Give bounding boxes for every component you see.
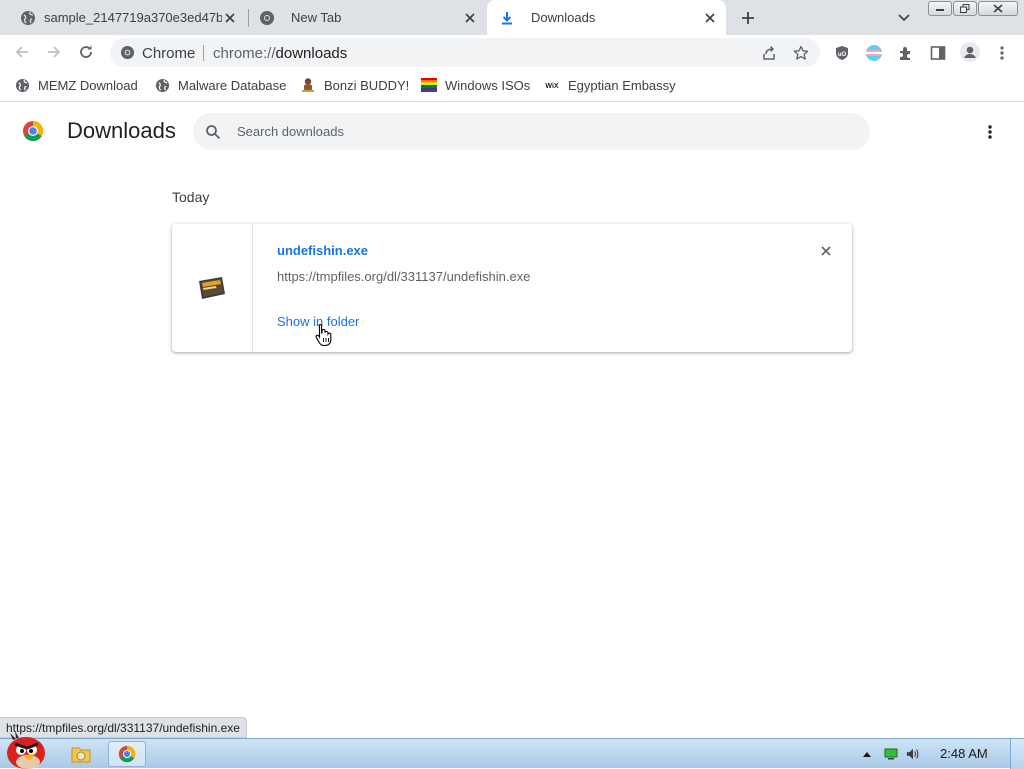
globe-icon bbox=[154, 77, 170, 93]
bookmark-bonzi-buddy[interactable]: Bonzi BUDDY! bbox=[300, 76, 409, 94]
more-actions-icon[interactable] bbox=[979, 121, 1001, 143]
date-header: Today bbox=[172, 189, 210, 205]
search-input[interactable] bbox=[237, 121, 837, 142]
restore-button[interactable] bbox=[953, 1, 977, 16]
omnibox-divider bbox=[203, 45, 204, 61]
file-name-link[interactable]: undefishin.exe bbox=[277, 243, 368, 258]
extensions-puzzle-icon[interactable] bbox=[897, 44, 915, 62]
omnibox-path: downloads bbox=[275, 45, 348, 62]
file-icon-cell bbox=[172, 224, 253, 352]
taskbar-clock[interactable]: 2:48 AM bbox=[940, 746, 988, 761]
close-window-button[interactable] bbox=[978, 1, 1018, 16]
browser-toolbar: Chrome chrome://downloads uO bbox=[0, 35, 1024, 69]
share-icon[interactable] bbox=[761, 45, 777, 61]
rainbow-flag-icon bbox=[421, 77, 437, 93]
page-title: Downloads bbox=[67, 118, 176, 143]
download-item-card: undefishin.exe https://tmpfiles.org/dl/3… bbox=[172, 224, 852, 352]
bookmark-label: Malware Database bbox=[178, 77, 287, 93]
bookmark-label: Bonzi BUDDY! bbox=[324, 77, 410, 93]
bonzi-icon bbox=[300, 77, 316, 93]
globe-icon bbox=[20, 10, 36, 26]
remove-download-icon[interactable] bbox=[817, 242, 835, 260]
tab-title: New Tab bbox=[291, 10, 342, 25]
tab-title: sample_2147719a370e3ed47b bbox=[44, 10, 222, 25]
bookmark-memz[interactable]: MEMZ Download bbox=[14, 76, 138, 94]
file-source-url[interactable]: https://tmpfiles.org/dl/331137/undefishi… bbox=[277, 269, 530, 284]
tab-strip: sample_2147719a370e3ed47b New Tab Downlo… bbox=[0, 0, 1024, 35]
volume-icon[interactable] bbox=[906, 747, 920, 761]
ublock-icon[interactable]: uO bbox=[833, 44, 851, 62]
tray-overflow-icon[interactable] bbox=[860, 747, 874, 761]
bookmark-label: Egyptian Embassy bbox=[568, 77, 676, 93]
tab-sample[interactable]: sample_2147719a370e3ed47b bbox=[0, 0, 246, 35]
bookmark-egyptian-embassy[interactable]: WiX Egyptian Embassy bbox=[544, 76, 676, 94]
minimize-button[interactable] bbox=[928, 1, 952, 16]
tab-new-tab[interactable]: New Tab bbox=[250, 0, 486, 35]
omnibox-origin: Chrome bbox=[142, 45, 196, 62]
side-panel-icon[interactable] bbox=[929, 44, 947, 62]
chrome-logo-icon bbox=[23, 121, 43, 141]
tab-close-icon[interactable] bbox=[702, 10, 718, 26]
file-explorer-icon[interactable] bbox=[62, 741, 100, 767]
chrome-icon bbox=[259, 10, 275, 26]
flag-extension-icon[interactable] bbox=[865, 44, 883, 62]
chrome-icon bbox=[120, 45, 135, 60]
tab-close-icon[interactable] bbox=[462, 10, 478, 26]
omnibox-scheme: chrome:// bbox=[213, 45, 276, 62]
svg-text:uO: uO bbox=[838, 52, 847, 58]
chrome-taskbar-icon[interactable] bbox=[108, 741, 146, 767]
search-icon bbox=[206, 125, 221, 140]
angry-bird-start-icon[interactable] bbox=[2, 727, 50, 769]
downloads-page: Downloads Today undefishin.exe https://t… bbox=[0, 103, 1024, 738]
tab-downloads[interactable]: Downloads bbox=[487, 0, 726, 35]
tab-title: Downloads bbox=[531, 10, 596, 25]
network-icon[interactable] bbox=[884, 747, 898, 761]
bookmark-windows-isos[interactable]: Windows ISOs bbox=[421, 76, 530, 94]
omnibox-url: chrome://downloads bbox=[213, 45, 347, 62]
forward-button[interactable] bbox=[43, 41, 65, 63]
wix-icon: WiX bbox=[544, 77, 560, 93]
bookmark-label: Windows ISOs bbox=[445, 77, 531, 93]
new-tab-button[interactable] bbox=[737, 7, 759, 29]
download-icon bbox=[499, 10, 515, 26]
show-desktop-button[interactable] bbox=[1010, 739, 1024, 769]
profile-avatar-icon[interactable] bbox=[960, 42, 980, 62]
exe-file-icon bbox=[199, 277, 225, 299]
globe-icon bbox=[14, 77, 30, 93]
bookmark-label: MEMZ Download bbox=[38, 77, 138, 93]
back-button[interactable] bbox=[11, 41, 33, 63]
tab-separator bbox=[248, 9, 249, 27]
menu-kebab-icon[interactable] bbox=[993, 44, 1011, 62]
taskbar: 2:48 AM bbox=[0, 731, 1024, 769]
reload-button[interactable] bbox=[75, 41, 97, 63]
svg-text:WiX: WiX bbox=[545, 83, 558, 90]
address-bar[interactable]: Chrome chrome://downloads bbox=[110, 38, 820, 67]
hand-cursor-icon bbox=[315, 323, 332, 347]
tab-close-icon[interactable] bbox=[222, 10, 238, 26]
bookmark-malware-database[interactable]: Malware Database bbox=[154, 76, 286, 94]
bookmarks-bar: MEMZ Download Malware Database Bonzi BUD… bbox=[0, 69, 1024, 102]
chevron-down-icon[interactable] bbox=[895, 9, 913, 27]
star-icon[interactable] bbox=[793, 45, 809, 61]
search-box[interactable] bbox=[193, 113, 870, 150]
